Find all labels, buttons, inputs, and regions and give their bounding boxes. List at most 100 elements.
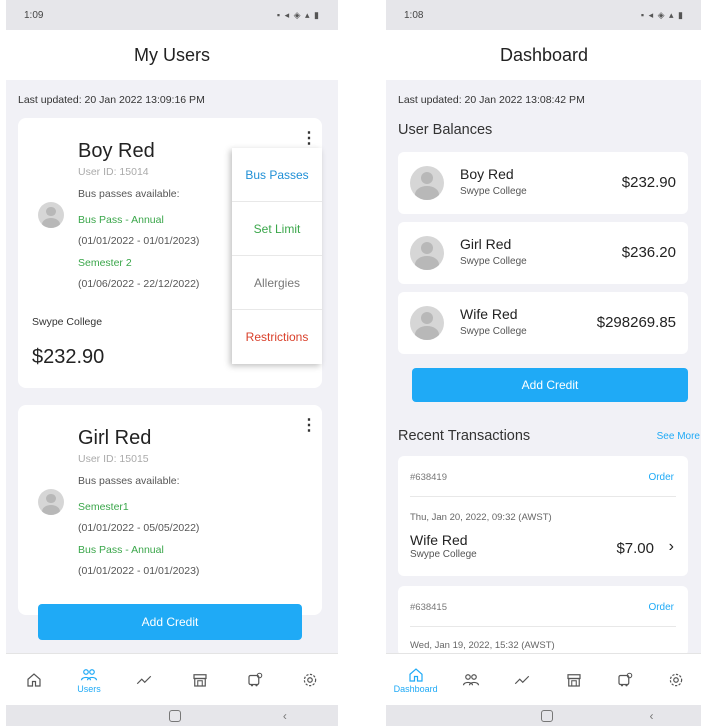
back-icon[interactable]: ‹ <box>650 709 654 723</box>
gear-icon <box>304 673 317 686</box>
nav-label: Dashboard <box>393 683 438 694</box>
order-link[interactable]: Order <box>648 602 674 613</box>
add-credit-button[interactable]: Add Credit <box>38 604 302 640</box>
bottom-nav: Dashboard <box>386 653 701 705</box>
balance-user-name: Wife Red <box>460 306 518 322</box>
pass-name: Semester 2 <box>78 257 132 269</box>
add-credit-button[interactable]: Add Credit <box>412 368 688 402</box>
chevron-right-icon[interactable]: › <box>669 538 674 556</box>
order-id: #638415 <box>410 602 447 613</box>
balance-user-name: Boy Red <box>460 166 514 182</box>
nav-bus[interactable] <box>237 671 273 689</box>
pass-name: Bus Pass - Annual <box>78 544 164 556</box>
back-icon[interactable]: ‹ <box>283 709 287 723</box>
user-options-menu: Bus Passes Set Limit Allergies Restricti… <box>232 148 322 364</box>
menu-item-restrictions[interactable]: Restrictions <box>232 310 322 364</box>
transaction-date: Thu, Jan 20, 2022, 09:32 (AWST) <box>410 512 552 523</box>
user-id: User ID: 15015 <box>78 453 149 465</box>
page-title: Dashboard <box>386 30 701 80</box>
balance-card[interactable]: Wife Red Swype College $298269.85 <box>398 292 688 354</box>
store-icon <box>567 673 581 687</box>
user-name: Girl Red <box>78 427 152 449</box>
more-options-icon[interactable]: ⋮ <box>301 418 317 434</box>
nav-store[interactable] <box>182 671 218 689</box>
menu-item-allergies[interactable]: Allergies <box>232 256 322 310</box>
home-icon <box>27 672 41 687</box>
balance-card[interactable]: Boy Red Swype College $232.90 <box>398 152 688 214</box>
bus-icon <box>618 672 633 686</box>
order-link[interactable]: Order <box>648 472 674 483</box>
user-name: Boy Red <box>78 140 155 162</box>
bus-icon <box>248 672 263 686</box>
nav-trends[interactable] <box>126 671 162 689</box>
store-icon <box>193 673 207 687</box>
last-updated: Last updated: 20 Jan 2022 13:09:16 PM <box>18 94 205 106</box>
user-balances-title: User Balances <box>398 122 493 138</box>
nav-label: Users <box>77 683 101 694</box>
transaction-card[interactable]: #638415 Order Wed, Jan 19, 2022, 15:32 (… <box>398 586 688 656</box>
balance-amount: $236.20 <box>621 244 676 261</box>
pass-dates: (01/06/2022 - 22/12/2022) <box>78 278 200 290</box>
nav-bus[interactable] <box>607 671 643 689</box>
trend-icon <box>137 675 152 684</box>
see-more-link[interactable]: See More <box>657 431 700 442</box>
home-icon <box>409 667 423 682</box>
nav-settings[interactable] <box>292 671 328 689</box>
system-nav-bar: ||| ‹ <box>6 705 338 726</box>
balance-amount: $298269.85 <box>596 314 676 331</box>
pass-dates: (01/01/2022 - 01/01/2023) <box>78 235 200 247</box>
balance-card[interactable]: Girl Red Swype College $236.20 <box>398 222 688 284</box>
balance-school: Swype College <box>460 256 527 267</box>
users-icon <box>462 673 480 685</box>
nav-users[interactable]: Users <box>71 666 107 694</box>
nav-home[interactable] <box>16 671 52 689</box>
status-bar: 1:08 ▪ ◂ ◈ ▴ ▮ <box>386 0 701 30</box>
trend-icon <box>515 675 530 684</box>
pass-dates: (01/01/2022 - 05/05/2022) <box>78 522 200 534</box>
passes-label: Bus passes available: <box>78 188 180 200</box>
nav-trends[interactable] <box>504 671 540 689</box>
last-updated: Last updated: 20 Jan 2022 13:08:42 PM <box>398 94 585 106</box>
transaction-date: Wed, Jan 19, 2022, 15:32 (AWST) <box>410 640 555 651</box>
nav-store[interactable] <box>556 671 592 689</box>
user-id: User ID: 15014 <box>78 166 149 178</box>
menu-item-set-limit[interactable]: Set Limit <box>232 202 322 256</box>
status-time: 1:09 <box>24 9 44 21</box>
pass-name: Bus Pass - Annual <box>78 214 164 226</box>
transaction-card[interactable]: #638419 Order Thu, Jan 20, 2022, 09:32 (… <box>398 456 688 576</box>
my-users-screen: 1:09 ▪ ◂ ◈ ▴ ▮ My Users Last updated: 20… <box>6 0 338 726</box>
avatar <box>38 202 64 228</box>
divider <box>410 496 676 497</box>
school-name: Swype College <box>32 316 103 328</box>
passes-label: Bus passes available: <box>78 475 180 487</box>
nav-users[interactable] <box>453 671 489 689</box>
status-icons: ▪ ◂ ◈ ▴ ▮ <box>276 9 320 20</box>
nav-dashboard[interactable]: Dashboard <box>394 666 438 694</box>
user-card-girl-red: Girl Red User ID: 15015 Bus passes avail… <box>18 405 322 615</box>
transaction-amount: $7.00 <box>616 540 654 557</box>
pass-dates: (01/01/2022 - 01/01/2023) <box>78 565 200 577</box>
menu-item-bus-passes[interactable]: Bus Passes <box>232 148 322 202</box>
user-balance: $232.90 <box>32 346 105 368</box>
order-id: #638419 <box>410 472 447 483</box>
avatar <box>38 489 64 515</box>
system-nav-bar: ||| ‹ <box>386 705 701 726</box>
transaction-school: Swype College <box>410 549 477 560</box>
avatar <box>410 236 444 270</box>
avatar <box>410 166 444 200</box>
home-button-icon[interactable] <box>168 709 181 722</box>
transaction-user: Wife Red <box>410 532 468 548</box>
status-icons: ▪ ◂ ◈ ▴ ▮ <box>640 9 684 20</box>
pass-name: Semester1 <box>78 501 129 513</box>
balance-amount: $232.90 <box>621 174 676 191</box>
page-title: My Users <box>6 30 338 80</box>
status-bar: 1:09 ▪ ◂ ◈ ▴ ▮ <box>6 0 338 30</box>
home-button-icon[interactable] <box>540 709 553 722</box>
nav-settings[interactable] <box>658 671 694 689</box>
balance-school: Swype College <box>460 186 527 197</box>
bottom-nav: Users <box>6 653 338 705</box>
more-options-icon[interactable]: ⋮ <box>301 131 317 147</box>
balance-user-name: Girl Red <box>460 236 512 252</box>
divider <box>410 626 676 627</box>
status-time: 1:08 <box>404 9 424 21</box>
